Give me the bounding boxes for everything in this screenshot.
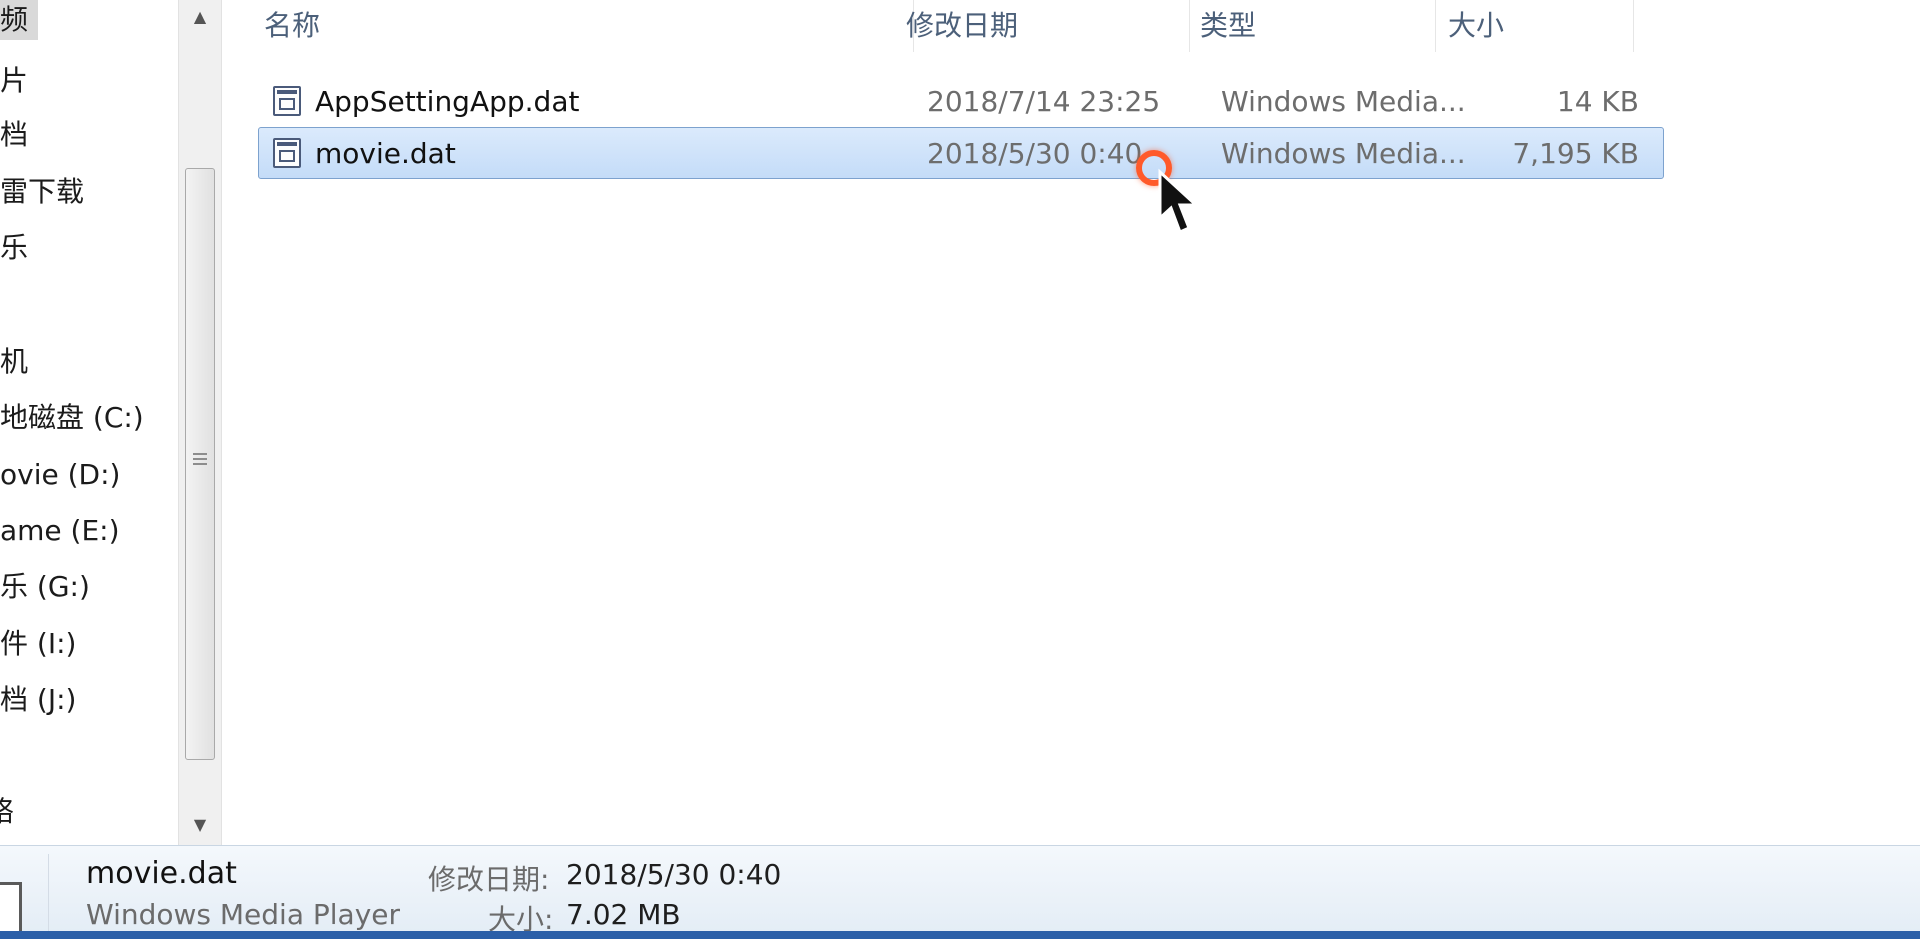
nav-item-drive-g[interactable]: 乐 (G:) — [0, 567, 90, 607]
file-type: Windows Media... — [1221, 85, 1466, 118]
file-date: 2018/5/30 0:40 — [927, 137, 1143, 170]
details-file-type: Windows Media Player — [86, 898, 401, 931]
details-date-value: 2018/5/30 0:40 — [566, 858, 782, 891]
mouse-cursor-icon — [1158, 168, 1200, 235]
details-file-name: movie.dat — [86, 856, 237, 891]
file-thumbnail-icon — [0, 882, 22, 932]
column-header-date[interactable]: 修改日期 — [894, 0, 1190, 52]
grip-icon — [193, 453, 207, 467]
nav-item-music[interactable]: 乐 — [0, 228, 28, 268]
file-row[interactable]: AppSettingApp.dat 2018/7/14 23:25 Window… — [258, 75, 1888, 127]
scroll-down-icon[interactable]: ▼ — [179, 808, 221, 842]
nav-scrollbar[interactable]: ▲ ▼ — [178, 0, 222, 845]
nav-item-drive-i[interactable]: 件 (I:) — [0, 624, 76, 664]
details-pane: movie.dat Windows Media Player 修改日期: 201… — [0, 845, 1920, 932]
nav-item-videos[interactable]: 频 — [0, 0, 39, 40]
divider — [48, 854, 49, 932]
file-name: movie.dat — [315, 137, 456, 170]
file-name: AppSettingApp.dat — [315, 85, 580, 118]
navigation-pane: 频 片 档 雷下载 乐 机 地磁盘 (C:) ovie (D:) ame (E:… — [0, 0, 180, 845]
nav-item-xunlei-downloads[interactable]: 雷下载 — [0, 172, 84, 212]
details-size-label: 大小: — [488, 903, 554, 932]
file-size: 14 KB — [1556, 85, 1639, 118]
file-type: Windows Media... — [1221, 137, 1466, 170]
nav-item-network[interactable]: 络 — [0, 792, 14, 832]
media-file-icon — [273, 138, 301, 168]
nav-item-drive-e[interactable]: ame (E:) — [0, 511, 120, 551]
file-list: 名称 修改日期 类型 大小 AppSettingApp.dat 2018/7/1… — [222, 0, 1920, 845]
column-header-name[interactable]: 名称 — [252, 0, 914, 52]
nav-item-drive-d[interactable]: ovie (D:) — [0, 455, 120, 495]
file-date: 2018/7/14 23:25 — [927, 85, 1161, 118]
media-file-icon — [273, 86, 301, 116]
nav-item-drive-j[interactable]: 档 (J:) — [0, 680, 76, 720]
file-row-selected[interactable]: movie.dat 2018/5/30 0:40 Windows Media..… — [258, 127, 1664, 179]
nav-item-computer[interactable]: 机 — [0, 342, 28, 382]
nav-item-pictures[interactable]: 片 — [0, 61, 28, 101]
scroll-thumb[interactable] — [185, 168, 215, 760]
nav-item-drive-c[interactable]: 地磁盘 (C:) — [0, 398, 144, 438]
taskbar-edge — [0, 931, 1920, 939]
column-header-type[interactable]: 类型 — [1188, 0, 1436, 52]
scroll-up-icon[interactable]: ▲ — [179, 0, 221, 34]
details-date-label: 修改日期: — [428, 863, 550, 896]
explorer-window: 频 片 档 雷下载 乐 机 地磁盘 (C:) ovie (D:) ame (E:… — [0, 0, 1920, 939]
details-size-value: 7.02 MB — [566, 898, 681, 931]
column-header-row: 名称 修改日期 类型 大小 — [222, 0, 1682, 52]
nav-item-documents[interactable]: 档 — [0, 115, 28, 155]
column-header-size[interactable]: 大小 — [1436, 0, 1634, 52]
file-size: 7,195 KB — [1512, 137, 1639, 170]
